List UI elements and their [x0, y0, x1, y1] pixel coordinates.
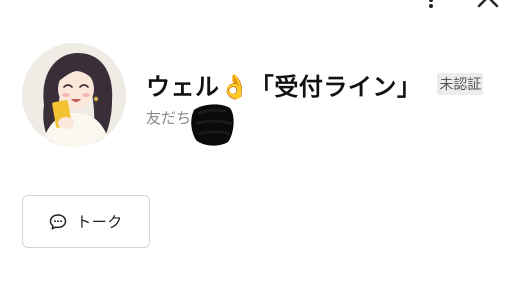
- profile-name: ウェル👌「受付ライン」: [146, 67, 421, 102]
- unverified-badge: 未認証: [437, 73, 484, 95]
- more-vertical-icon: [420, 0, 442, 10]
- avatar[interactable]: [22, 43, 126, 147]
- friends-label: 友だち: [146, 109, 192, 127]
- close-icon: [474, 0, 502, 12]
- chat-bubble-icon: [49, 213, 67, 231]
- talk-label: トーク: [76, 213, 123, 231]
- profile-name-prefix: ウェル: [146, 72, 220, 101]
- profile-name-suffix: 「受付ライン」: [249, 72, 422, 101]
- friends-count-row: 友だち: [146, 107, 191, 128]
- close-button[interactable]: [474, 0, 502, 12]
- ok-hand-emoji: 👌: [219, 72, 250, 101]
- talk-button[interactable]: トーク: [22, 195, 150, 248]
- redaction-mark: [190, 100, 236, 148]
- more-options-button[interactable]: [420, 0, 442, 10]
- profile-name-row: ウェル👌「受付ライン」 未認証: [146, 66, 484, 102]
- avatar-illustration: [22, 43, 126, 147]
